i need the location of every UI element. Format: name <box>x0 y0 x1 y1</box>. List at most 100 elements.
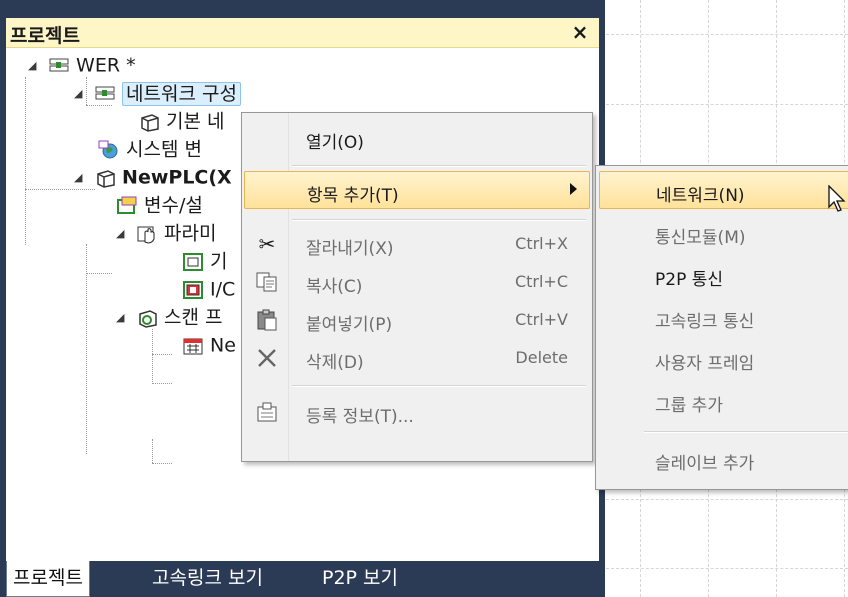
tree-connector <box>152 463 172 464</box>
tree-node-label: 기본 네 <box>166 110 225 133</box>
tree-node-param2[interactable]: I/C <box>182 275 235 303</box>
menu-item-properties[interactable]: 등록 정보(T)... <box>244 393 590 431</box>
tree-node-label: 기 <box>210 250 228 273</box>
close-icon[interactable]: × <box>569 20 591 44</box>
context-menu: 열기(O) 항목 추가(T) ✂ 잘라내기(X) Ctrl+X 복사(C) Ct… <box>241 112 593 462</box>
network-icon <box>94 84 116 104</box>
variable-icon <box>116 196 138 216</box>
submenu-item-label: 사용자 프레임 <box>655 354 755 374</box>
tree-node-root[interactable]: ◢ WER * <box>28 51 136 79</box>
plc-icon <box>94 168 116 188</box>
tree-connector <box>152 329 153 384</box>
parameter-icon <box>136 224 158 244</box>
mouse-cursor-icon <box>828 184 848 219</box>
submenu-arrow-icon <box>570 183 577 195</box>
menu-separator <box>292 165 586 167</box>
menu-item-label: 항목 추가(T) <box>307 186 399 206</box>
grid-line <box>606 499 848 500</box>
basic-param-icon <box>182 252 204 272</box>
menu-item-shortcut: Ctrl+C <box>514 272 568 291</box>
menu-item-shortcut: Ctrl+V <box>515 310 568 329</box>
tree-node-label: Ne <box>210 334 236 357</box>
module-icon <box>138 112 160 132</box>
scan-program-icon <box>136 308 158 328</box>
tree-node-param1[interactable]: 기 <box>182 247 227 275</box>
submenu-item-add-group[interactable]: 그룹 추가 <box>599 382 848 420</box>
tree-node-basic[interactable]: 기본 네 <box>138 107 224 135</box>
tree-node-label: I/C <box>210 278 236 301</box>
grid-line <box>606 34 848 35</box>
properties-icon <box>254 401 280 423</box>
ladder-program-icon <box>182 336 204 356</box>
grid-line <box>606 104 848 105</box>
tree-node-network[interactable]: ◢ 네트워크 구성 <box>74 79 241 107</box>
menu-item-label: 열기(O) <box>306 133 364 153</box>
tree-connector <box>25 77 26 245</box>
tree-node-label: 시스템 변 <box>126 138 202 161</box>
menu-item-shortcut: Ctrl+X <box>515 234 568 253</box>
submenu-item-label: 고속링크 통신 <box>655 312 755 332</box>
submenu-item-label: P2P 통신 <box>655 270 724 290</box>
tree-node-scan[interactable]: ◢ 스캔 프 <box>116 303 223 331</box>
submenu-item-label: 네트워크(N) <box>656 186 745 206</box>
tree-node-plc[interactable]: ◢ NewPLC(X <box>74 163 232 191</box>
tree-node-label: 스캔 프 <box>164 306 223 329</box>
tree-connector <box>152 354 172 355</box>
menu-separator <box>292 219 586 221</box>
panel-title-bar: 프로젝트 × <box>6 18 599 48</box>
io-param-icon <box>182 280 204 300</box>
menu-item-label: 삭제(D) <box>306 353 364 373</box>
grid-line <box>606 568 848 569</box>
tree-node-label: 변수/설 <box>144 194 203 217</box>
tree-node-vars[interactable]: 변수/설 <box>116 191 203 219</box>
tree-node-params[interactable]: ◢ 파라미 <box>116 219 217 247</box>
menu-item-label: 복사(C) <box>306 277 363 297</box>
menu-item-delete[interactable]: 삭제(D) Delete <box>244 339 590 377</box>
menu-item-copy[interactable]: 복사(C) Ctrl+C <box>244 263 590 301</box>
menu-separator <box>644 431 848 433</box>
copy-icon <box>254 271 280 293</box>
submenu-item-network[interactable]: 네트워크(N) <box>599 171 848 209</box>
submenu-item-p2p[interactable]: P2P 통신 <box>599 256 848 294</box>
tree-connector <box>152 439 153 463</box>
expand-icon[interactable]: ◢ <box>74 164 88 192</box>
tree-connector <box>86 244 87 454</box>
tree-connector <box>152 383 172 384</box>
menu-item-label: 잘라내기(X) <box>306 239 394 259</box>
tree-connector <box>86 273 112 274</box>
submenu-item-highspeed[interactable]: 고속링크 통신 <box>599 298 848 336</box>
submenu-item-label: 통신모듈(M) <box>655 228 746 248</box>
tree-node-label: 파라미 <box>164 222 217 245</box>
expand-icon[interactable]: ◢ <box>28 52 42 80</box>
tree-node-label: WER * <box>76 54 136 77</box>
paste-icon <box>254 309 280 331</box>
panel-title: 프로젝트 <box>10 25 80 47</box>
submenu-item-label: 슬레이브 추가 <box>655 454 755 474</box>
tab-project[interactable]: 프로젝트 <box>6 561 90 597</box>
menu-item-label: 등록 정보(T)... <box>306 407 414 427</box>
menu-item-cut[interactable]: ✂ 잘라내기(X) Ctrl+X <box>244 225 590 263</box>
menu-item-paste[interactable]: 붙여넣기(P) Ctrl+V <box>244 301 590 339</box>
expand-icon[interactable]: ◢ <box>116 304 130 332</box>
menu-item-shortcut: Delete <box>515 348 568 367</box>
tree-node-label: NewPLC(X <box>122 166 232 189</box>
tree-node-label: 네트워크 구성 <box>122 81 241 106</box>
globe-icon <box>98 140 120 160</box>
menu-item-label: 붙여넣기(P) <box>306 315 393 335</box>
menu-item-open[interactable]: 열기(O) <box>244 119 590 157</box>
add-item-submenu: 네트워크(N) 통신모듈(M) P2P 통신 고속링크 통신 사용자 프레임 그… <box>595 165 848 490</box>
submenu-item-comm-module[interactable]: 통신모듈(M) <box>599 214 848 252</box>
expand-icon[interactable]: ◢ <box>74 80 88 108</box>
menu-item-add-item[interactable]: 항목 추가(T) <box>244 171 590 209</box>
scissors-icon: ✂ <box>258 232 276 256</box>
tab-p2p[interactable]: P2P 보기 <box>316 561 404 597</box>
tree-node-program[interactable]: Ne <box>182 331 236 359</box>
panel-tabs: 프로젝트 고속링크 보기 P2P 보기 <box>6 561 599 597</box>
tab-highspeed-link[interactable]: 고속링크 보기 <box>146 561 269 597</box>
submenu-item-user-frame[interactable]: 사용자 프레임 <box>599 340 848 378</box>
expand-icon[interactable]: ◢ <box>116 220 130 248</box>
tree-node-sysvar[interactable]: 시스템 변 <box>98 135 202 163</box>
submenu-item-add-slave[interactable]: 슬레이브 추가 <box>599 440 848 478</box>
menu-separator <box>292 385 586 387</box>
delete-icon <box>254 347 280 369</box>
